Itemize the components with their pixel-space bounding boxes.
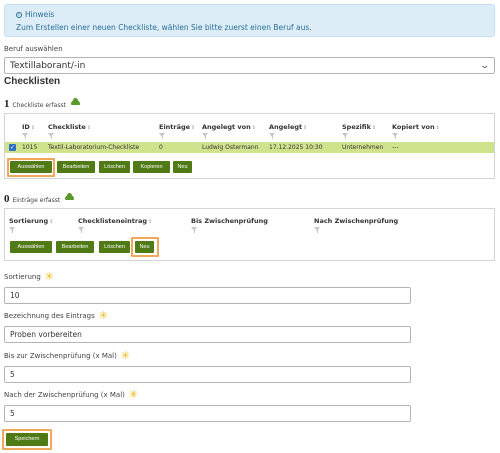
checklisten-count: 1 Checkliste erfasst: [4, 98, 80, 110]
filter-icon[interactable]: [9, 227, 16, 233]
hint-box: i Hinweis Zum Erstellen einer neuen Chec…: [4, 4, 495, 37]
hint-title: i Hinweis: [16, 10, 494, 19]
loeschen-button[interactable]: Löschen: [99, 161, 130, 173]
hint-title-text: Hinweis: [25, 10, 55, 19]
beruf-select[interactable]: Textillaborant/-in ⌄: [4, 57, 495, 74]
bis-zwischenpruefung-label: Bis zur Zwischenprüfung (x Mal) ✳: [4, 349, 131, 362]
eintraege-table: Sortierung⇕ Checklisteneintrag⇕ Bis Zwis…: [4, 208, 495, 261]
filter-icon[interactable]: [314, 227, 321, 233]
bearbeiten-button[interactable]: Bearbeiten: [57, 161, 95, 173]
column-header-id[interactable]: ID⇕: [22, 123, 35, 131]
filter-icon[interactable]: [392, 133, 399, 139]
beruf-select-value: Textillaborant/-in: [10, 60, 86, 71]
neu-button[interactable]: Neu: [173, 161, 192, 173]
required-star-icon: ✳: [98, 309, 108, 322]
cell-eintraege: 0: [159, 144, 163, 151]
page-title: Checklisten: [4, 76, 61, 87]
column-header-sortierung[interactable]: Sortierung⇕: [9, 217, 53, 225]
neu-button[interactable]: Neu: [135, 241, 154, 253]
filter-icon[interactable]: [78, 227, 85, 233]
nach-zwischenpruefung-input[interactable]: 5: [4, 405, 411, 422]
table-row[interactable]: ✓ 1015 Textil-Laboratorium-Checkliste 0 …: [5, 142, 494, 153]
filter-icon[interactable]: [191, 227, 198, 233]
cloud-icon[interactable]: [65, 193, 75, 200]
sortierung-label: Sortierung ✳: [4, 270, 55, 283]
column-header-nach-zwischenpruefung[interactable]: Nach Zwischenprüfung: [314, 217, 398, 225]
filter-icon[interactable]: [22, 133, 29, 139]
kopieren-button[interactable]: Kopieren: [133, 161, 170, 173]
column-header-eintraege[interactable]: Einträge⇕: [159, 123, 195, 131]
nach-zwischenpruefung-label: Nach der Zwischenprüfung (x Mal) ✳: [4, 388, 139, 401]
cell-spezifik: Unternehmen: [342, 144, 384, 151]
checklisten-table: ID⇕ Checkliste⇕ Einträge⇕ Angelegt von⇕ …: [4, 113, 495, 179]
required-star-icon: ✳: [44, 270, 55, 283]
chevron-down-icon: ⌄: [479, 60, 491, 71]
cell-angelegt: 17.12.2025 10:30: [269, 144, 323, 151]
required-star-icon: ✳: [120, 349, 131, 362]
filter-icon[interactable]: [202, 133, 209, 139]
beruf-label: Beruf auswählen: [4, 45, 63, 53]
column-header-kopiert-von[interactable]: Kopiert von⇕: [392, 123, 440, 131]
cell-angelegt-von: Ludwig Ostermann: [202, 144, 259, 151]
auswaehlen-button[interactable]: Auswählen: [10, 241, 52, 253]
eintraege-count-number: 0: [4, 193, 10, 205]
hint-text: Zum Erstellen einer neuen Checkliste, wä…: [16, 23, 312, 32]
cell-id: 1015: [22, 144, 38, 151]
bearbeiten-button[interactable]: Bearbeiten: [56, 241, 94, 253]
eintraege-count: 0 Einträge erfasst: [4, 193, 75, 205]
filter-icon[interactable]: [48, 133, 55, 139]
column-header-angelegt[interactable]: Angelegt⇕: [269, 123, 307, 131]
row-checkbox[interactable]: ✓: [9, 143, 16, 151]
eintraege-count-text: Einträge erfasst: [12, 197, 61, 204]
column-header-bis-zwischenpruefung[interactable]: Bis Zwischenprüfung: [191, 217, 268, 225]
sortierung-input[interactable]: 10: [4, 287, 411, 304]
checklisten-count-text: Checkliste erfasst: [12, 102, 66, 109]
filter-icon[interactable]: [269, 133, 276, 139]
save-button[interactable]: Speichern: [6, 433, 48, 446]
auswaehlen-button[interactable]: Auswählen: [10, 161, 52, 173]
cell-kopiert-von: ---: [392, 144, 399, 151]
info-icon: i: [16, 11, 22, 18]
column-header-checkliste[interactable]: Checkliste⇕: [48, 123, 91, 131]
bezeichnung-label: Bezeichnung des Eintrags ✳: [4, 309, 108, 322]
filter-icon[interactable]: [159, 133, 166, 139]
loeschen-button[interactable]: Löschen: [99, 241, 130, 253]
bezeichnung-input[interactable]: Proben vorbereiten: [4, 326, 411, 343]
column-header-checklisteneintrag[interactable]: Checklisteneintrag⇕: [78, 217, 152, 225]
column-header-angelegt-von[interactable]: Angelegt von⇕: [202, 123, 256, 131]
cell-checkliste: Textil-Laboratorium-Checkliste: [48, 144, 140, 151]
cloud-icon[interactable]: [70, 98, 80, 105]
column-header-spezifik[interactable]: Spezifik⇕: [342, 123, 376, 131]
bis-zwischenpruefung-input[interactable]: 5: [4, 366, 411, 383]
checklisten-count-number: 1: [4, 98, 10, 110]
required-star-icon: ✳: [128, 388, 139, 401]
filter-icon[interactable]: [342, 133, 349, 139]
